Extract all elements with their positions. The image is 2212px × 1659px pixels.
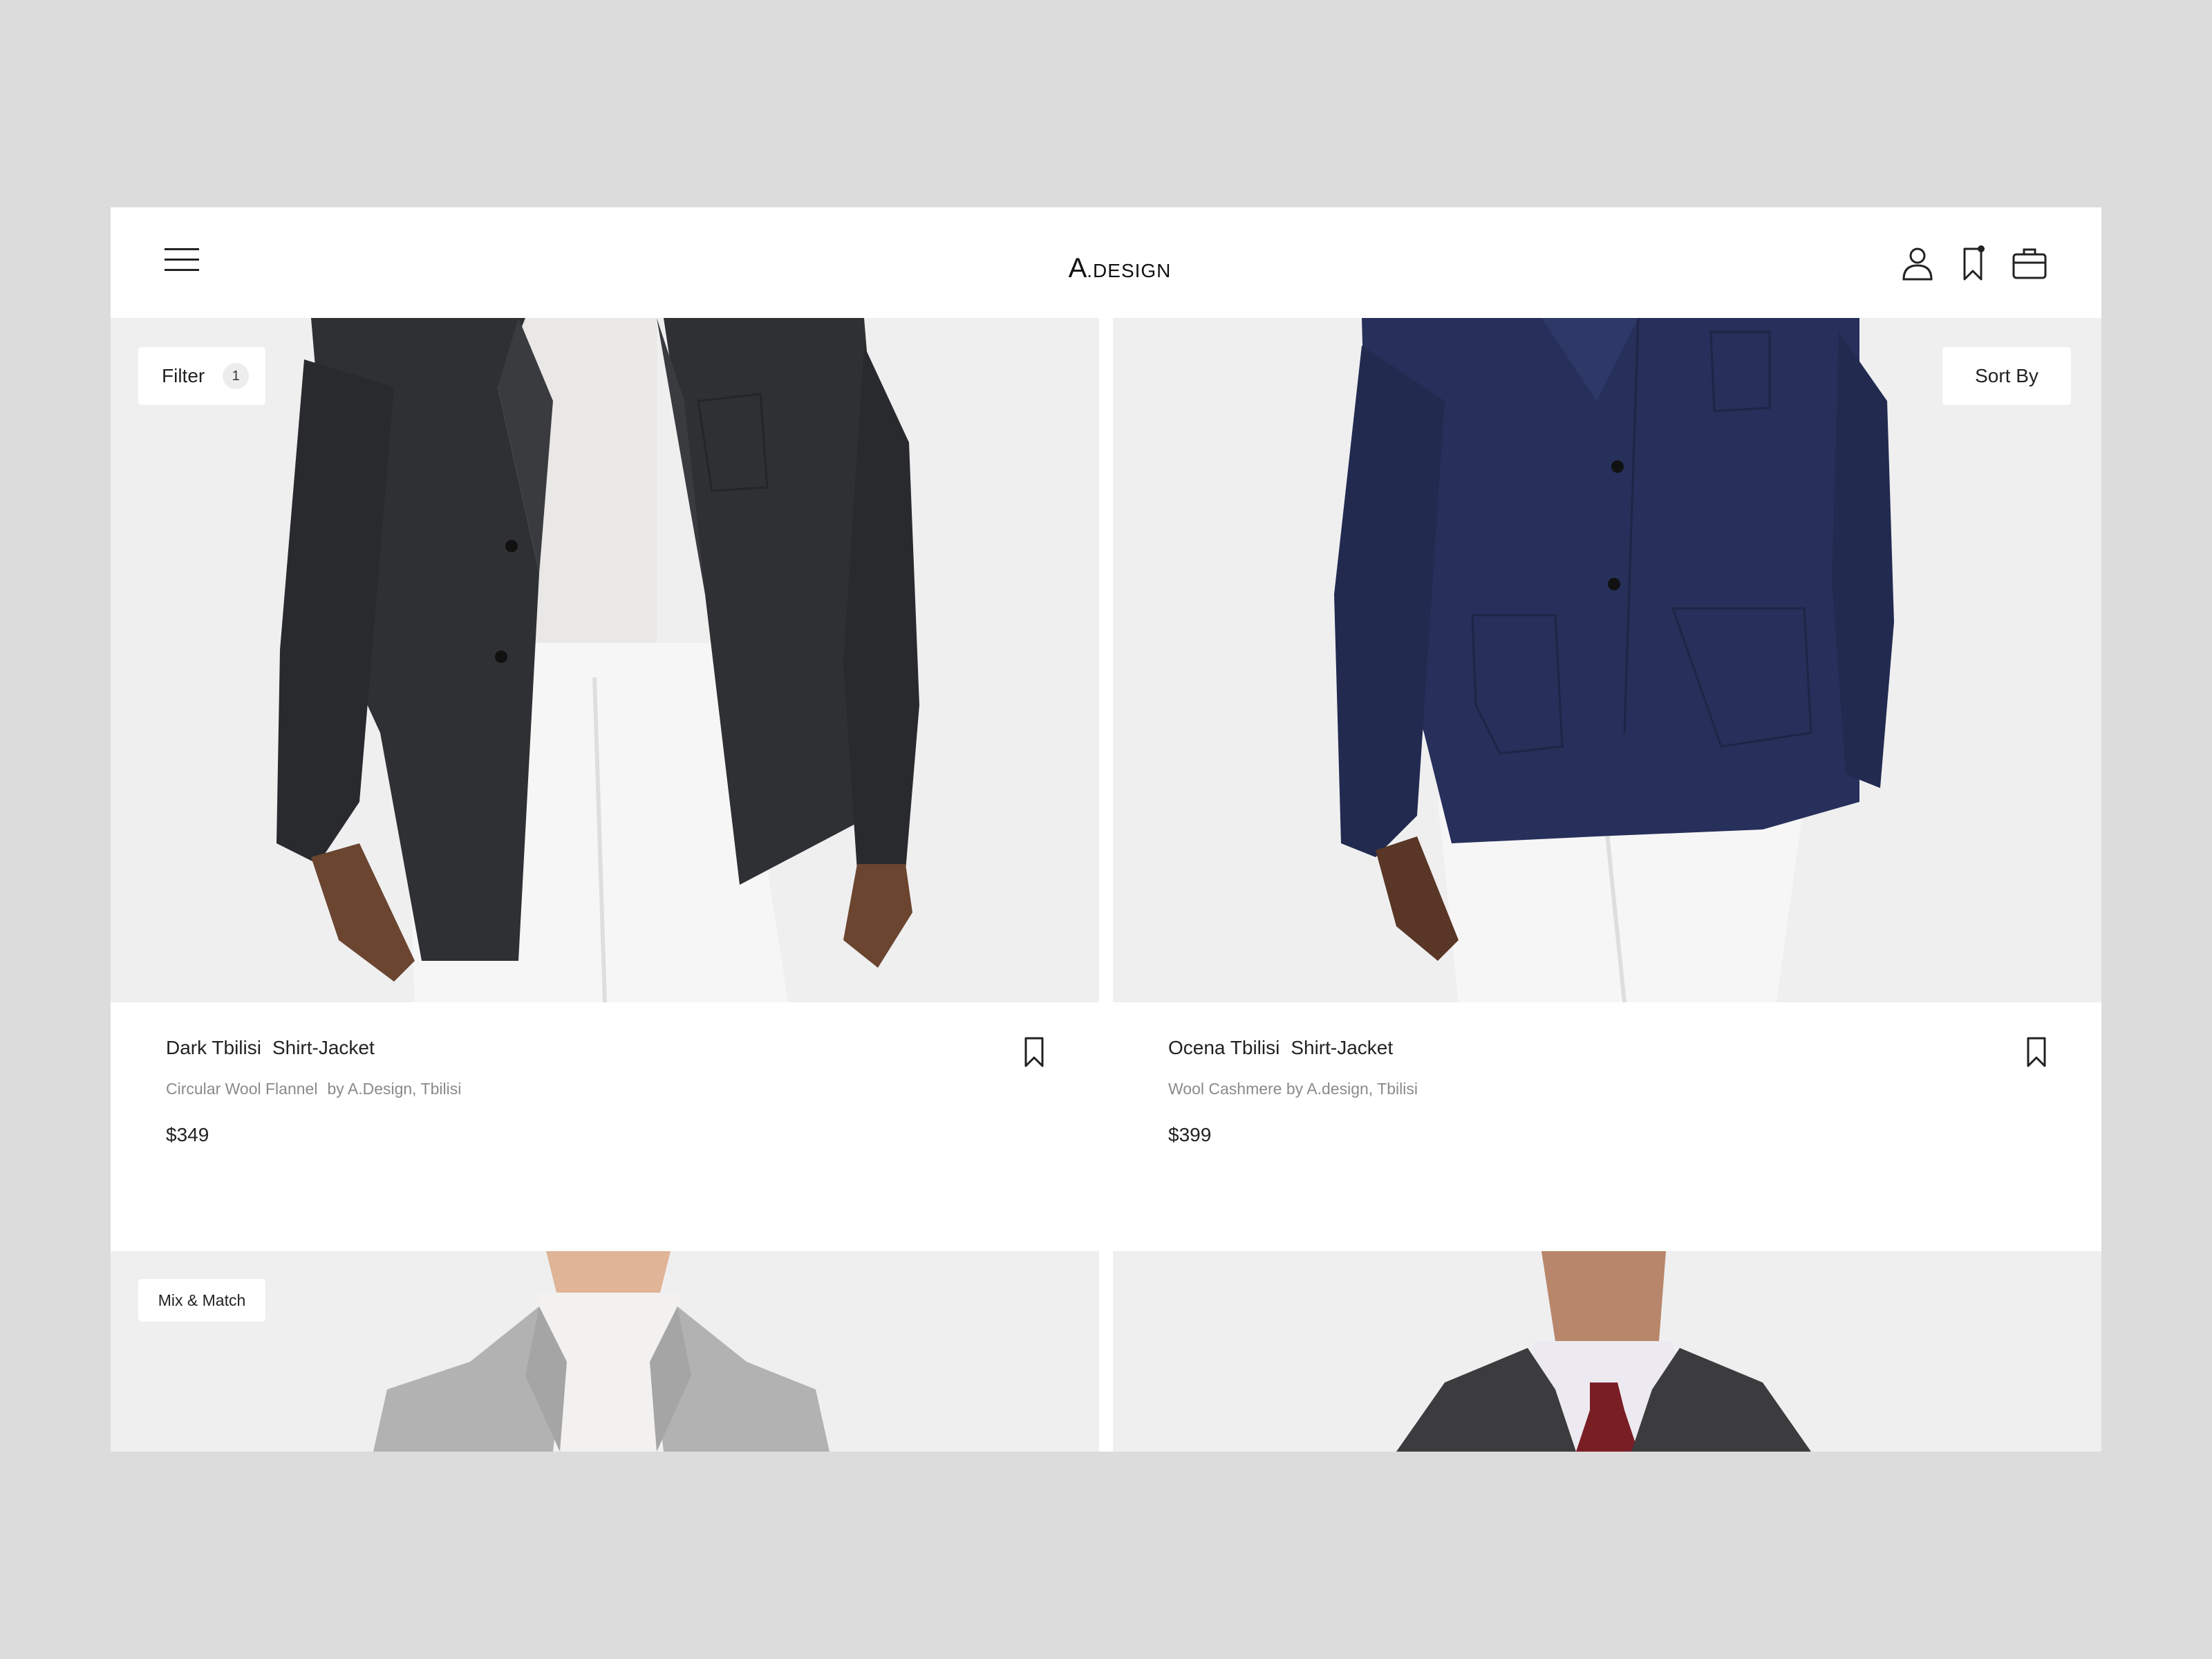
app-window: A .DESIGN Filter 1 Dark Tbilisi Shirt-Ja… (111, 207, 2101, 1452)
user-icon[interactable] (1900, 243, 1936, 282)
product-image[interactable]: Filter 1 (111, 318, 1099, 1002)
product-card[interactable]: Filter 1 Dark Tbilisi Shirt-Jacket Circul… (111, 318, 1099, 1145)
mix-and-match-label: Mix & Match (158, 1291, 246, 1309)
top-navigation: A .DESIGN (111, 207, 2101, 318)
product-image[interactable] (1113, 1251, 2101, 1452)
product-material: Wool Cashmere by A.design, Tbilisi (1168, 1080, 1418, 1098)
product-card[interactable]: Sort By Ocena Tbilisi Shirt-Jacket Wool C… (1113, 318, 2101, 1145)
bookmark-icon[interactable] (1022, 1035, 1047, 1069)
filter-button[interactable]: Filter 1 (138, 347, 265, 405)
brand-logo[interactable]: A .DESIGN (1058, 243, 1182, 282)
product-material: Circular Wool Flannel (166, 1080, 318, 1098)
product-subtitle: Wool Cashmere by A.design, Tbilisi (1168, 1080, 1418, 1098)
filter-label: Filter (162, 365, 205, 386)
filter-count-badge: 1 (223, 363, 250, 389)
product-title[interactable]: Ocena Tbilisi Shirt-Jacket (1168, 1037, 1393, 1059)
logo-letter: A (1068, 253, 1087, 283)
logo-word: .DESIGN (1087, 260, 1172, 281)
product-subtitle: Circular Wool Flannel by A.Design, Tbilis… (166, 1080, 461, 1098)
product-type: Shirt-Jacket (1291, 1037, 1394, 1058)
bookmark-icon[interactable] (2024, 1035, 2049, 1069)
menu-icon[interactable] (165, 246, 199, 274)
product-image[interactable]: Sort By (1113, 318, 2101, 1002)
product-name: Ocena Tbilisi (1168, 1037, 1280, 1058)
product-type: Shirt-Jacket (272, 1037, 375, 1058)
bookmark-icon[interactable] (1955, 243, 1991, 282)
product-maker: by A.Design, Tbilisi (327, 1080, 462, 1098)
product-image[interactable]: Mix & Match (111, 1251, 1099, 1452)
sort-by-button[interactable]: Sort By (1942, 347, 2071, 405)
sort-label: Sort By (1975, 365, 2038, 386)
product-title[interactable]: Dark Tbilisi Shirt-Jacket (166, 1037, 375, 1059)
product-price: $349 (166, 1124, 209, 1145)
product-price: $399 (1168, 1124, 1212, 1145)
mix-and-match-badge[interactable]: Mix & Match (138, 1279, 265, 1322)
bag-icon[interactable] (2012, 243, 2047, 282)
product-name: Dark Tbilisi (166, 1037, 261, 1058)
